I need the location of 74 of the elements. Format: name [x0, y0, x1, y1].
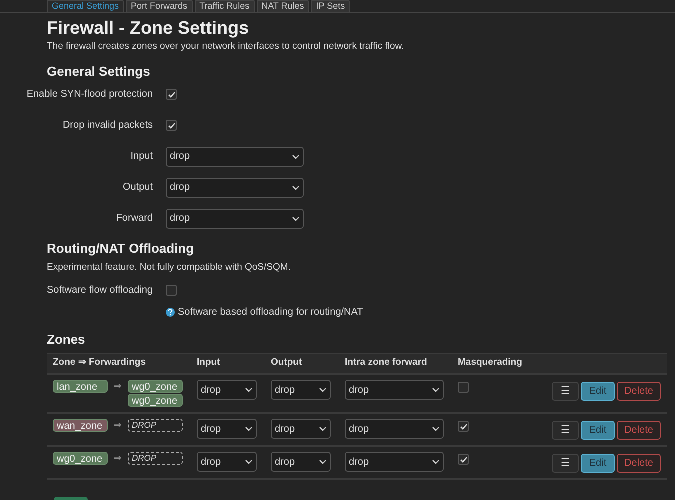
checkmark-icon: [168, 122, 176, 130]
field-label: Drop invalid packets: [62, 118, 154, 133]
chevron-down-icon: [432, 387, 440, 393]
checkbox[interactable]: [166, 89, 177, 100]
dropdown[interactable]: drop: [197, 380, 257, 400]
checkmark-icon: [460, 422, 468, 430]
chevron-down-icon: [319, 459, 327, 465]
chevron-down-icon: [432, 426, 440, 432]
dropdown[interactable]: drop: [271, 380, 331, 400]
arrow-text: ⇒: [113, 380, 123, 393]
dropdown[interactable]: drop: [197, 452, 257, 472]
delete-button[interactable]: Delete: [617, 382, 661, 401]
tab[interactable]: NAT Rules: [256, 0, 310, 12]
menu-button[interactable]: ☰: [552, 421, 579, 440]
chevron-down-icon: [432, 459, 440, 465]
help-icon: [166, 308, 175, 316]
field-label: Output: [122, 180, 154, 195]
tab[interactable]: IP Sets: [311, 0, 350, 12]
page-title: Firewall - Zone Settings: [47, 17, 250, 39]
checkbox[interactable]: [166, 120, 177, 132]
checkmark-icon: [168, 90, 176, 99]
tab[interactable]: Port Forwards: [126, 0, 193, 12]
drop-badge: DROP: [128, 452, 183, 465]
dropdown[interactable]: drop: [345, 380, 444, 400]
zone-badge: lan_zone: [53, 380, 108, 393]
dropdown[interactable]: drop: [345, 452, 444, 472]
tab[interactable]: Traffic Rules: [194, 0, 255, 12]
menu-button[interactable]: ☰: [552, 454, 579, 473]
field-label: Input: [130, 150, 154, 164]
section-note: Experimental feature. Not fully compatible with QoS/SQM.: [47, 261, 292, 276]
checkbox[interactable]: [458, 421, 469, 432]
dropdown[interactable]: drop: [345, 419, 444, 439]
checkbox[interactable]: [458, 454, 469, 465]
drop-badge: DROP: [128, 419, 183, 432]
chevron-down-icon: [319, 387, 327, 393]
field-label: Software flow offloading: [46, 284, 154, 298]
section-heading: Zones: [47, 330, 86, 348]
column-header: Output: [271, 356, 304, 370]
menu-button[interactable]: ☰: [552, 382, 579, 401]
column-header: Intra zone forward: [345, 356, 428, 370]
zone-badge: wan_zone: [53, 419, 108, 432]
zone-badge: wg0_zone: [128, 394, 183, 407]
arrow-text: ⇒: [113, 419, 123, 432]
section-heading: General Settings: [47, 63, 152, 82]
dropdown[interactable]: drop: [166, 208, 304, 229]
column-header: Input: [197, 356, 222, 370]
zone-badge: wg0_zone: [53, 452, 108, 465]
chevron-down-icon: [292, 154, 300, 160]
column-header: Zone ⇒ Forwardings: [53, 356, 147, 370]
dropdown[interactable]: drop: [271, 452, 331, 472]
zone-badge: wg0_zone: [128, 380, 183, 393]
chevron-down-icon: [245, 426, 253, 432]
section-heading: Routing/NAT Offloading: [47, 240, 196, 258]
field-label: Forward: [115, 212, 154, 226]
checkmark-icon: [460, 456, 468, 464]
chevron-down-icon: [245, 459, 253, 465]
help-text: Software based offloading for routing/NAT: [178, 306, 364, 320]
dropdown[interactable]: drop: [271, 419, 331, 439]
dropdown[interactable]: drop: [166, 178, 304, 198]
delete-button[interactable]: Delete: [617, 421, 661, 440]
chevron-down-icon: [245, 387, 253, 393]
delete-button[interactable]: Delete: [617, 454, 661, 473]
checkbox[interactable]: [166, 285, 177, 296]
column-header: Masquerading: [458, 356, 524, 370]
chevron-down-icon: [292, 216, 300, 222]
chevron-down-icon: [292, 184, 300, 191]
arrow-text: ⇒: [113, 452, 123, 465]
chevron-down-icon: [319, 426, 327, 432]
checkbox[interactable]: [458, 382, 469, 393]
tab[interactable]: General Settings: [47, 0, 124, 12]
page-description: The firewall creates zones over your network interfaces to control network traffic flow.: [47, 40, 406, 54]
field-label: Enable SYN-flood protection: [26, 88, 154, 102]
dropdown[interactable]: drop: [197, 419, 257, 439]
dropdown[interactable]: drop: [166, 146, 304, 167]
